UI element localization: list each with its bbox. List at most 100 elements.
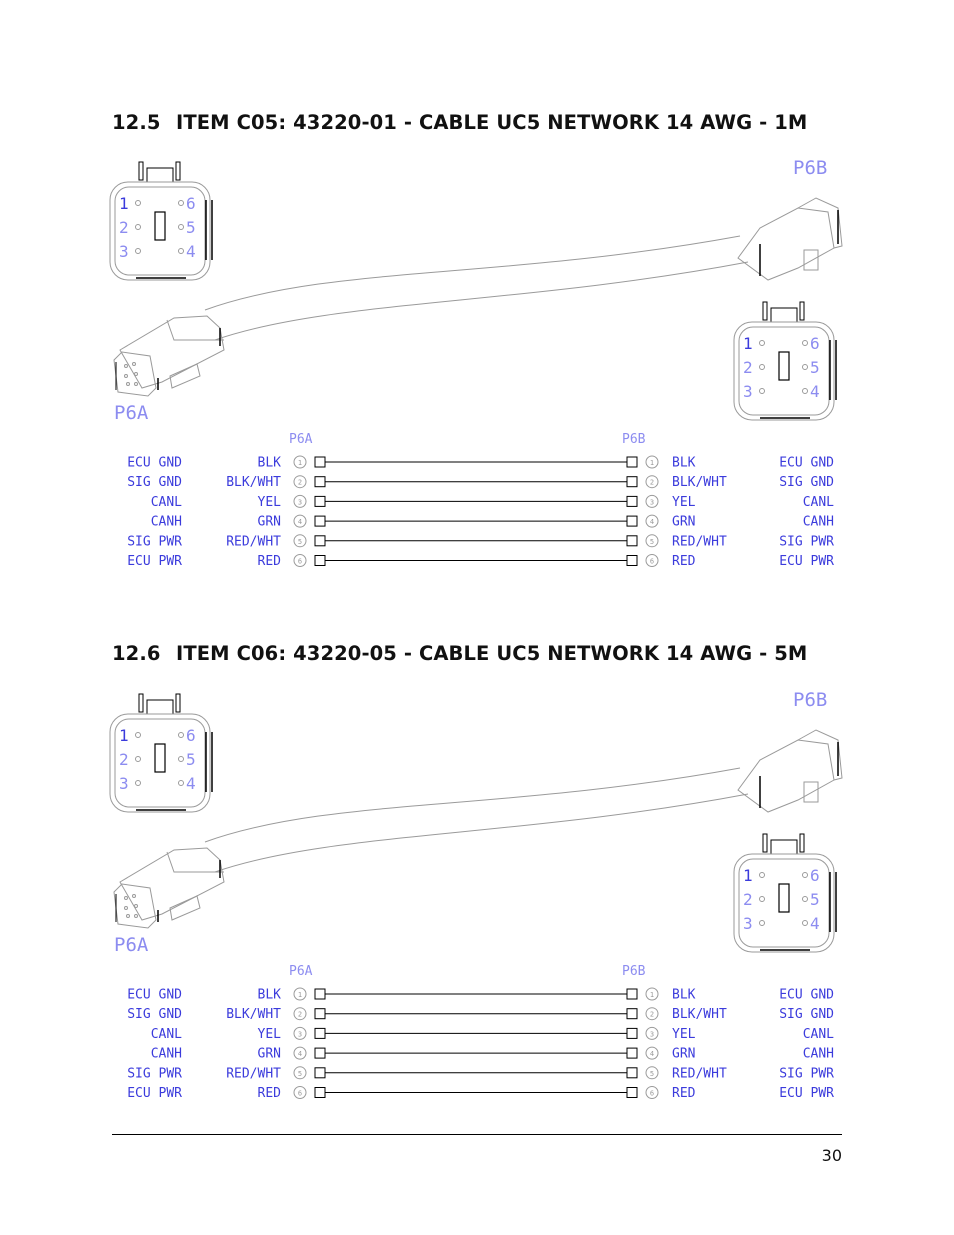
pin-hole	[802, 340, 808, 346]
page-number: 30	[821, 1146, 842, 1165]
latch-tab	[770, 307, 798, 323]
wiring-row: SIG GND BLK/WHT 2 2 BLK/WHT SIG GND	[127, 475, 834, 490]
connector-header-b: P6B	[622, 964, 646, 979]
plug-p6b	[737, 729, 843, 813]
latch-tab	[146, 699, 174, 715]
pin-face-label: 1	[743, 866, 753, 885]
function-label-a: ECU PWR	[127, 554, 182, 569]
pin-face-label: 6	[810, 866, 820, 885]
pin-number-a: 3	[298, 1030, 302, 1038]
section-heading-12-5: 12.5 ITEM C05: 43220-01 - CABLE UC5 NETWO…	[112, 111, 807, 134]
section-number: 12.6	[112, 642, 161, 665]
pin-number-b: 1	[650, 459, 654, 467]
terminal-b	[626, 515, 638, 527]
connector-face-p6a: 1 2 3 6 5 4	[109, 161, 213, 281]
terminal-a	[314, 988, 326, 1000]
pin-face-label: 1	[743, 334, 753, 353]
function-label-b: CANH	[803, 1047, 834, 1062]
terminal-a	[314, 1047, 326, 1059]
latch-post	[762, 301, 768, 321]
terminal-a	[314, 1027, 326, 1039]
pin-number-b: 4	[650, 518, 654, 526]
terminal-b	[626, 456, 638, 468]
pin-hole	[135, 200, 141, 206]
latch-tab	[146, 167, 174, 183]
connector-header-a: P6A	[289, 432, 313, 447]
plug-body	[119, 847, 225, 921]
plug-p6a	[113, 847, 225, 929]
terminal-b	[626, 495, 638, 507]
terminal-b	[626, 476, 638, 488]
pin-number-b: 4	[650, 1050, 654, 1058]
section-heading-12-6: 12.6 ITEM C06: 43220-05 - CABLE UC5 NETWO…	[112, 642, 807, 665]
wire-color-b: BLK	[672, 456, 696, 471]
pin-number-b: 3	[650, 1030, 654, 1038]
plug-pin	[126, 382, 130, 386]
function-label-a: SIG PWR	[127, 534, 182, 549]
connector-face-p6b: 1 2 3 6 5 4	[733, 833, 837, 953]
pin-face-label: 1	[119, 194, 129, 213]
plug-pin	[132, 362, 136, 366]
function-label-a: SIG GND	[127, 475, 182, 490]
section-title: ITEM C05: 43220-01 - CABLE UC5 NETWORK 1…	[176, 111, 808, 134]
pin-number-b: 5	[650, 1070, 654, 1078]
terminal-b	[626, 1027, 638, 1039]
pin-hole	[135, 224, 141, 230]
function-label-b: CANH	[803, 515, 834, 530]
connector-face-p6b: 1 2 3 6 5 4	[733, 301, 837, 421]
pin-face-label: 6	[810, 334, 820, 353]
pin-face-label: 5	[186, 218, 196, 237]
plug-pin	[124, 896, 128, 900]
pin-number-a: 6	[298, 1090, 302, 1098]
cable-diagram-c05: 1 2 3 6 5 4 1 2 3 6 5 4 P6A P6B P6A P6B ECU GND BLK 1 1 BLK E…	[0, 150, 954, 610]
terminal-b	[626, 1008, 638, 1020]
wire-color-b: YEL	[672, 1027, 696, 1042]
terminal-b	[626, 555, 638, 566]
pin-number-a: 2	[298, 479, 302, 487]
connector-header-a: P6A	[289, 964, 313, 979]
latch-post	[138, 161, 144, 181]
wiring-row: ECU PWR RED 6 6 RED ECU PWR	[127, 554, 834, 569]
function-label-b: ECU GND	[779, 456, 834, 471]
plug-label-p6b: P6B	[793, 689, 827, 711]
pin-number-a: 4	[298, 518, 302, 526]
wire-color-a: RED	[258, 1086, 282, 1101]
wiring-row: ECU GND BLK 1 1 BLK ECU GND	[127, 987, 834, 1003]
connector-face-p6a: 1 2 3 6 5 4	[109, 693, 213, 813]
pin-face-label: 2	[119, 750, 129, 769]
function-label-a: CANL	[151, 1027, 182, 1042]
wire-color-a: GRN	[258, 1047, 281, 1062]
wiring-row: CANH GRN 4 4 GRN CANH	[151, 515, 834, 530]
section-title: ITEM C06: 43220-05 - CABLE UC5 NETWORK 1…	[176, 642, 808, 665]
wiring-row: SIG PWR RED/WHT 5 5 RED/WHT SIG PWR	[127, 534, 834, 549]
wire-color-b: RED	[672, 1086, 696, 1101]
pin-face-label: 4	[810, 382, 820, 401]
pin-number-b: 6	[650, 558, 654, 566]
terminal-a	[314, 555, 326, 566]
pin-face-label: 3	[743, 914, 753, 933]
wire-color-b: YEL	[672, 495, 696, 510]
terminal-a	[314, 495, 326, 507]
function-label-a: ECU GND	[127, 456, 182, 471]
pin-number-a: 1	[298, 459, 302, 467]
pin-face-label: 5	[186, 750, 196, 769]
pin-face-label: 5	[810, 358, 820, 377]
function-label-a: SIG GND	[127, 1007, 182, 1022]
wire-color-a: BLK/WHT	[226, 1007, 281, 1022]
plug-face	[797, 729, 843, 781]
plug-pin	[134, 914, 138, 918]
pin-hole	[178, 780, 184, 786]
function-label-b: SIG PWR	[779, 1066, 834, 1081]
pin-hole	[759, 364, 765, 370]
plug-pin	[124, 364, 128, 368]
pin-face-label: 3	[119, 774, 129, 793]
pin-face-label: 4	[186, 242, 196, 261]
wire-color-a: BLK	[258, 456, 282, 471]
function-label-b: CANL	[803, 1027, 834, 1042]
wiring-row: SIG PWR RED/WHT 5 5 RED/WHT SIG PWR	[127, 1066, 834, 1081]
plug-pin	[132, 894, 136, 898]
function-label-a: ECU GND	[127, 988, 182, 1003]
wire-color-b: BLK/WHT	[672, 1007, 727, 1022]
pin-face-label: 2	[743, 890, 753, 909]
terminal-a	[314, 535, 326, 547]
